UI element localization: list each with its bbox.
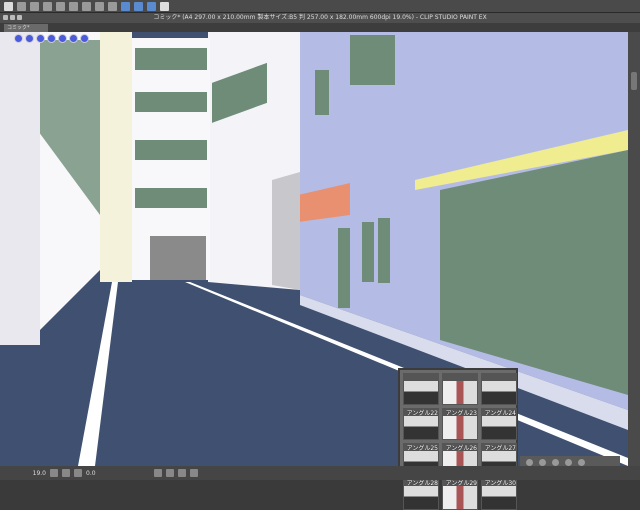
angle-item[interactable]: アングル24 (481, 408, 517, 440)
angle-item[interactable]: アングル29 (442, 478, 478, 510)
pan-icon[interactable] (36, 34, 45, 43)
fit-icon[interactable] (526, 458, 533, 466)
canvas-nav-icons (14, 34, 89, 43)
reset-rotation-icon[interactable] (177, 469, 186, 477)
save-icon[interactable] (43, 1, 52, 11)
snap-special-ruler-icon[interactable] (134, 1, 143, 11)
zoom-value[interactable]: 19.0 (6, 470, 46, 477)
transform-icon[interactable] (82, 1, 91, 11)
angle-item[interactable]: アングル22 (403, 408, 439, 440)
status-bar: 19.0 0.0 (0, 466, 640, 480)
help-icon[interactable] (160, 1, 169, 11)
dolly-icon[interactable] (47, 34, 56, 43)
orbit-icon[interactable] (69, 34, 78, 43)
tilt-icon[interactable] (80, 34, 89, 43)
rotate-icon[interactable] (552, 458, 559, 466)
open-file-icon[interactable] (30, 1, 39, 11)
move-icon[interactable] (25, 34, 34, 43)
vertical-scrollbar[interactable] (628, 32, 640, 466)
title-bar: コミック* (A4 297.00 x 210.00mm 製本サイズ:B5 判 2… (0, 13, 640, 23)
flip-icon[interactable] (189, 469, 198, 477)
angle-item[interactable] (403, 373, 439, 405)
zoom-out-icon[interactable] (50, 469, 58, 477)
angle-item[interactable]: アングル30 (481, 478, 517, 510)
camera-rotate-icon[interactable] (14, 34, 23, 43)
window-title: コミック* (A4 297.00 x 210.00mm 製本サイズ:B5 判 2… (153, 14, 487, 21)
rotate-right-icon[interactable] (165, 469, 174, 477)
fit-screen-icon[interactable] (74, 469, 82, 477)
angle-item[interactable] (481, 373, 517, 405)
snap-ruler-icon[interactable] (121, 1, 130, 11)
reset-icon[interactable] (565, 458, 572, 466)
garage-door (150, 236, 206, 280)
tab-comic[interactable]: コミック* (4, 24, 48, 32)
clear-icon[interactable] (108, 1, 117, 11)
minimize-icon[interactable] (10, 15, 15, 20)
rotate-left-icon[interactable] (153, 469, 162, 477)
rotation-value[interactable]: 0.0 (86, 470, 96, 477)
tab-bar: コミック* (0, 23, 640, 32)
ground-icon[interactable] (539, 458, 546, 466)
light-icon[interactable] (578, 458, 585, 466)
angle-item[interactable]: アングル23 (442, 408, 478, 440)
angle-item[interactable] (442, 373, 478, 405)
canvas[interactable] (0, 32, 628, 466)
street-scene (0, 32, 628, 466)
close-icon[interactable] (3, 15, 8, 20)
app-menu-icon[interactable] (4, 1, 13, 11)
fill-icon[interactable] (95, 1, 104, 11)
snap-grid-icon[interactable] (147, 1, 156, 11)
zoom-in-icon[interactable] (62, 469, 70, 477)
camera-angle-panel: アングル22 アングル23 アングル24 アングル25 アングル26 アングル2… (398, 368, 518, 510)
angle-item[interactable]: アングル28 (403, 478, 439, 510)
maximize-icon[interactable] (17, 15, 22, 20)
redo-icon[interactable] (69, 1, 78, 11)
undo-icon[interactable] (56, 1, 65, 11)
main-toolbar (0, 0, 640, 13)
zoom-3d-icon[interactable] (58, 34, 67, 43)
new-file-icon[interactable] (17, 1, 26, 11)
